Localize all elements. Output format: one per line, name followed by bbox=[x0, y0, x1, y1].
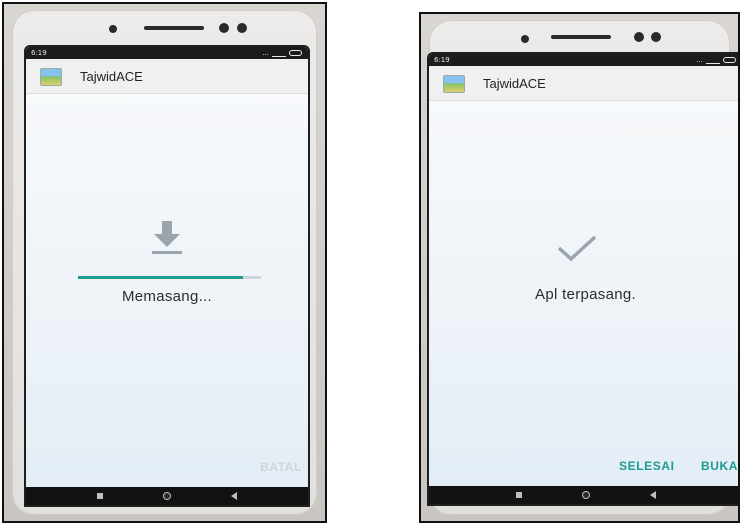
sensor-dot bbox=[219, 23, 229, 33]
left-phone-photo: 6:19 ... TajwidACE Memasang... BATAL bbox=[2, 2, 327, 523]
sensor-dot bbox=[237, 23, 247, 33]
status-dots: ... bbox=[262, 49, 269, 57]
navigation-bar bbox=[429, 486, 738, 504]
recents-square-icon[interactable] bbox=[515, 492, 522, 498]
signal-icon bbox=[272, 50, 286, 57]
front-camera-dot bbox=[109, 25, 117, 33]
checkmark-icon bbox=[557, 235, 597, 262]
install-content: Memasang... BATAL bbox=[26, 94, 308, 487]
app-landscape-icon bbox=[40, 68, 62, 86]
earpiece-slot bbox=[551, 35, 611, 39]
right-phone-photo: 6:19 ... TajwidACE Apl terpasang. SELESA… bbox=[419, 12, 740, 523]
status-dots: ... bbox=[696, 56, 703, 64]
sensor-dot bbox=[634, 32, 644, 42]
sensor-dot bbox=[651, 32, 661, 42]
battery-icon bbox=[289, 50, 302, 56]
open-button[interactable]: BUKA bbox=[701, 459, 738, 473]
recents-square-icon[interactable] bbox=[97, 493, 103, 499]
app-title: TajwidACE bbox=[80, 69, 143, 84]
earpiece-slot bbox=[144, 26, 204, 30]
home-circle-icon[interactable] bbox=[581, 491, 590, 499]
done-button[interactable]: SELESAI bbox=[619, 459, 675, 473]
download-icon bbox=[152, 221, 182, 254]
right-screen: 6:19 ... TajwidACE Apl terpasang. SELESA… bbox=[429, 54, 738, 504]
cancel-button[interactable]: BATAL bbox=[260, 460, 302, 474]
signal-icon bbox=[706, 57, 720, 64]
navigation-bar bbox=[26, 487, 308, 505]
status-time: 6:19 bbox=[31, 49, 47, 57]
install-progress-bar bbox=[78, 276, 261, 279]
app-landscape-icon bbox=[443, 75, 465, 93]
back-triangle-icon[interactable] bbox=[231, 492, 237, 500]
battery-icon bbox=[723, 57, 736, 63]
app-bar: TajwidACE bbox=[429, 66, 738, 101]
installed-status-text: Apl terpasang. bbox=[535, 286, 636, 303]
status-time: 6:19 bbox=[434, 56, 450, 64]
install-progress-fill bbox=[78, 276, 243, 279]
home-circle-icon[interactable] bbox=[163, 492, 171, 500]
installing-status-text: Memasang... bbox=[121, 288, 212, 305]
front-camera-dot bbox=[521, 35, 529, 43]
status-bar: 6:19 ... bbox=[26, 47, 308, 59]
left-screen: 6:19 ... TajwidACE Memasang... BATAL bbox=[26, 47, 308, 505]
back-triangle-icon[interactable] bbox=[649, 491, 656, 499]
app-title: TajwidACE bbox=[483, 76, 546, 91]
app-bar: TajwidACE bbox=[26, 59, 308, 94]
status-bar: 6:19 ... bbox=[429, 54, 738, 66]
install-content: Apl terpasang. SELESAI BUKA bbox=[429, 101, 738, 486]
